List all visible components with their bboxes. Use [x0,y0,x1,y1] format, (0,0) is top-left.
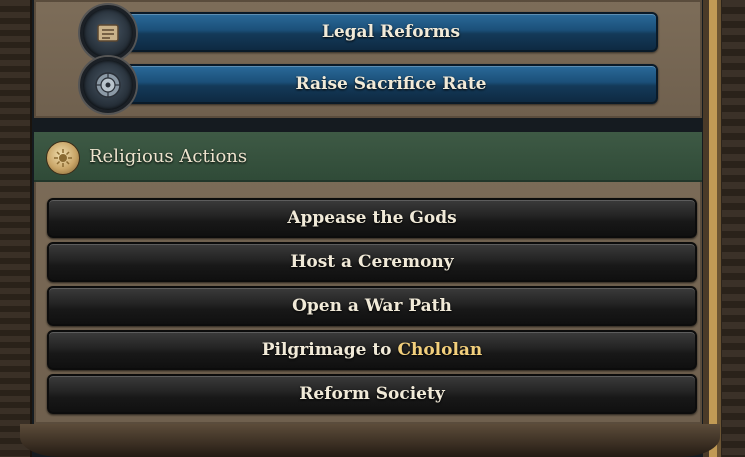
pilgrimage-label-prefix: Pilgrimage to [261,340,398,360]
sun-coin-icon [46,141,80,175]
pilgrimage-destination: Chololan [397,340,483,360]
reform-society-label: Reform Society [299,384,445,404]
sun-stone-icon [80,57,136,113]
panel-scroll-base [20,424,720,457]
appease-the-gods-label: Appease the Gods [287,208,457,228]
reform-society-button[interactable]: Reform Society [47,374,697,414]
section-title: Religious Actions [89,146,248,167]
raise-sacrifice-rate-label: Raise Sacrifice Rate [295,74,487,94]
right-frame-pattern [722,0,745,457]
open-a-war-path-button[interactable]: Open a War Path [47,286,697,326]
raise-sacrifice-rate-button[interactable]: Raise Sacrifice Rate [124,64,658,104]
open-a-war-path-label: Open a War Path [292,296,452,316]
scroll-icon [80,5,136,61]
host-a-ceremony-label: Host a Ceremony [290,252,454,272]
religious-actions-header: Religious Actions [34,132,702,182]
appease-the-gods-button[interactable]: Appease the Gods [47,198,697,238]
legal-reforms-label: Legal Reforms [321,22,461,42]
left-ornate-frame [0,0,32,457]
legal-reforms-button[interactable]: Legal Reforms [124,12,658,52]
host-a-ceremony-button[interactable]: Host a Ceremony [47,242,697,282]
pilgrimage-button[interactable]: Pilgrimage to Chololan [47,330,697,370]
